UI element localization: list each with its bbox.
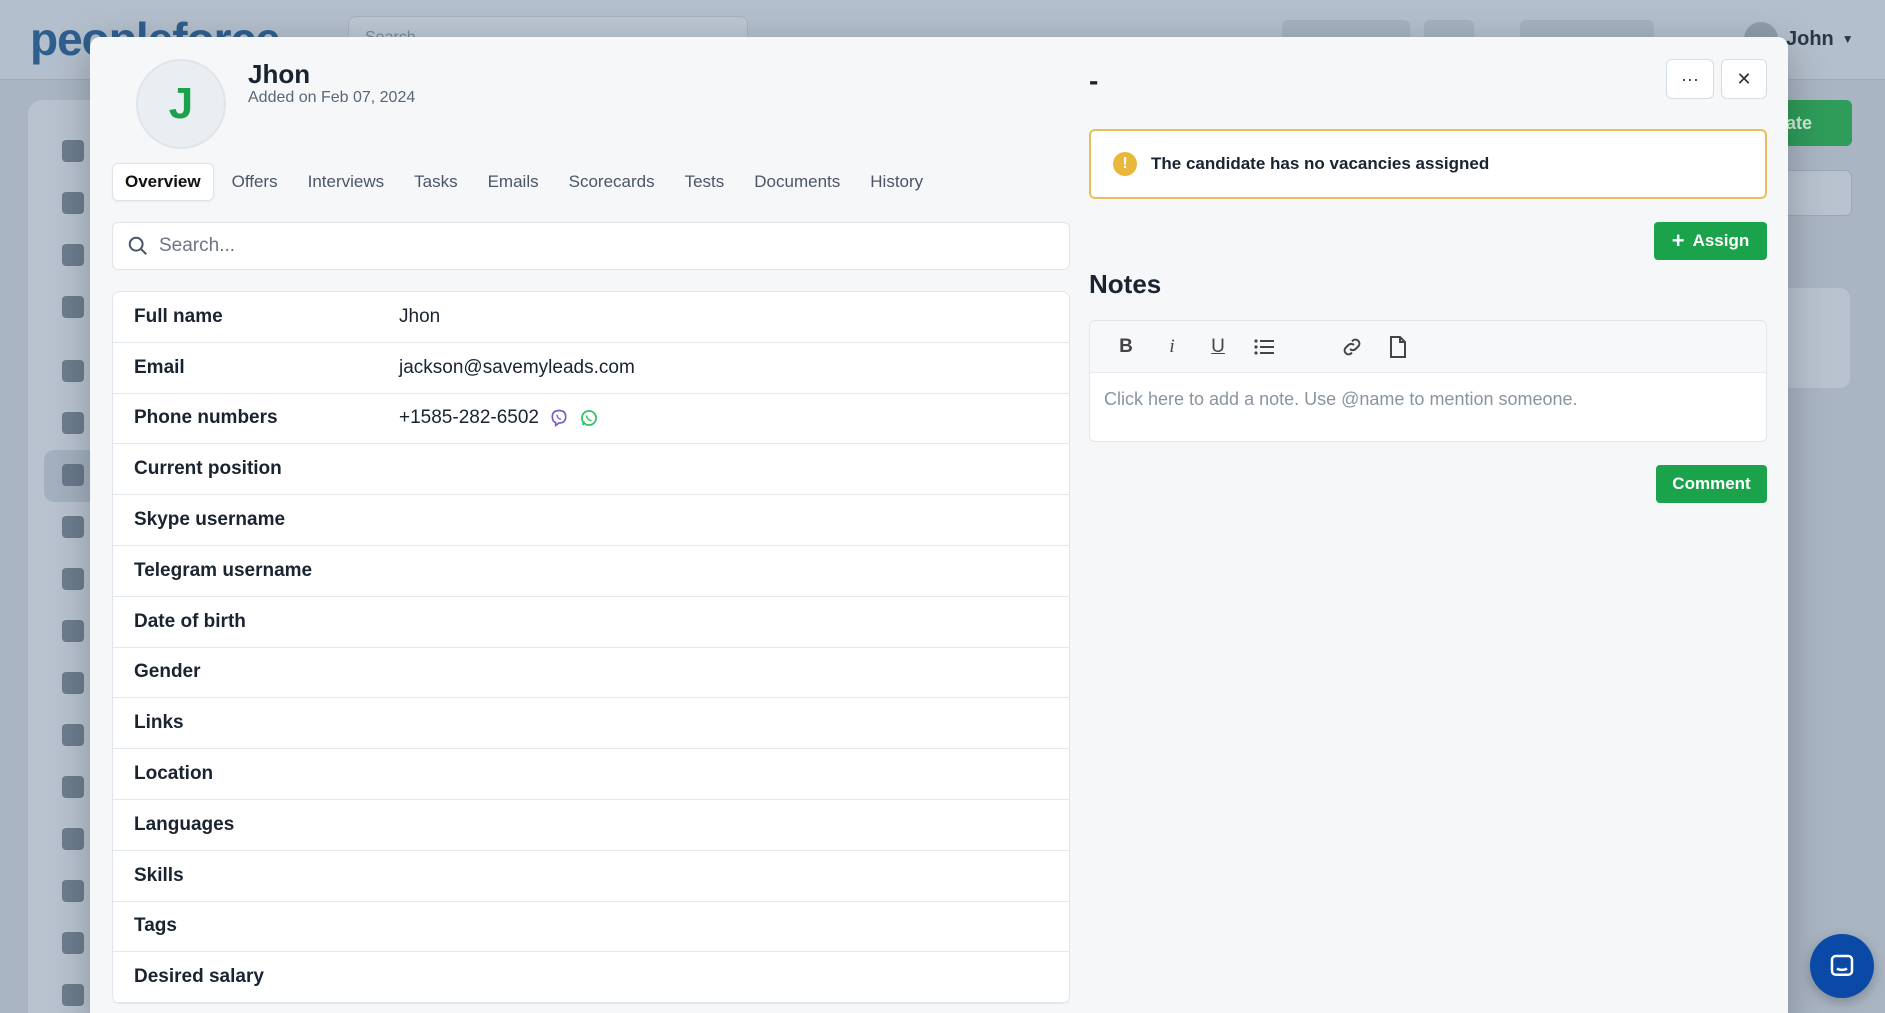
- phone-number: +1585-282-6502: [399, 407, 539, 429]
- viber-icon[interactable]: [549, 408, 569, 428]
- note-editor: B i U Click here to add a note. Use @nam…: [1089, 320, 1767, 442]
- clock-icon: [62, 244, 84, 266]
- field-row-email: Email jackson@savemyleads.com: [113, 343, 1069, 394]
- field-row-telegram: Telegram username: [113, 546, 1069, 597]
- candidate-fields: Full name Jhon Email jackson@savemyleads…: [112, 291, 1070, 1005]
- tab-tests[interactable]: Tests: [673, 164, 737, 200]
- people-icon: [62, 464, 84, 486]
- apps-icon: [62, 776, 84, 798]
- whatsapp-icon[interactable]: [579, 408, 599, 428]
- chat-icon: [62, 880, 84, 902]
- comment-button[interactable]: Comment: [1656, 465, 1767, 503]
- id-card-icon: [62, 360, 84, 382]
- editor-toolbar: B i U: [1090, 321, 1766, 373]
- field-label: Gender: [134, 661, 201, 683]
- assign-label: Assign: [1692, 231, 1750, 250]
- email-link[interactable]: jackson@savemyleads.com: [399, 357, 635, 379]
- field-row-date-of-birth: Date of birth: [113, 597, 1069, 648]
- field-label: Email: [134, 356, 185, 378]
- field-label: Date of birth: [134, 610, 246, 632]
- clock-icon: [62, 620, 84, 642]
- field-label: Desired salary: [134, 966, 264, 988]
- bold-icon[interactable]: B: [1112, 333, 1140, 361]
- field-label: Skype username: [134, 509, 286, 531]
- field-value: Jhon: [399, 305, 441, 327]
- calendar-icon: [62, 412, 84, 434]
- document-icon: [62, 724, 84, 746]
- checkbox-icon: [62, 296, 84, 318]
- underline-icon[interactable]: U: [1204, 333, 1232, 361]
- field-row-gender: Gender: [113, 648, 1069, 699]
- tab-scorecards[interactable]: Scorecards: [557, 164, 667, 200]
- heart-icon: [62, 672, 84, 694]
- tab-overview[interactable]: Overview: [112, 163, 214, 201]
- field-row-current-position: Current position: [113, 444, 1069, 496]
- home-icon: [62, 140, 84, 162]
- bullet-list-icon[interactable]: [1250, 333, 1278, 361]
- more-options-button[interactable]: ···: [1666, 59, 1714, 99]
- phone-value-group: +1585-282-6502: [399, 407, 599, 429]
- pie-chart-icon: [62, 984, 84, 1006]
- plus-icon: +: [1671, 228, 1685, 253]
- field-label: Skills: [134, 864, 184, 886]
- close-button[interactable]: ✕: [1721, 59, 1767, 99]
- candidate-added-date: Added on Feb 07, 2024: [248, 89, 416, 106]
- tab-documents[interactable]: Documents: [742, 164, 852, 200]
- candidate-modal: J Jhon Added on Feb 07, 2024 Overview Of…: [90, 37, 1788, 1013]
- avatar: J: [136, 59, 226, 149]
- field-label: Links: [134, 712, 184, 734]
- field-row-desired-salary: Desired salary: [113, 952, 1069, 1004]
- field-label: Telegram username: [134, 559, 313, 581]
- field-label: Full name: [134, 305, 223, 327]
- field-row-skype: Skype username: [113, 495, 1069, 546]
- field-label: Location: [134, 763, 214, 785]
- trophy-icon: [62, 516, 84, 538]
- alert-text: The candidate has no vacancies assigned: [1151, 154, 1490, 173]
- field-row-tags: Tags: [113, 902, 1069, 953]
- tab-emails[interactable]: Emails: [476, 164, 551, 200]
- warning-icon: !: [1113, 152, 1137, 176]
- user-icon: [62, 192, 84, 214]
- library-icon: [62, 828, 84, 850]
- no-vacancy-alert: ! The candidate has no vacancies assigne…: [1089, 129, 1767, 199]
- search-input[interactable]: [159, 235, 1039, 257]
- chevron-down-icon: ▼: [1841, 32, 1854, 46]
- tab-tasks[interactable]: Tasks: [402, 164, 469, 200]
- note-input[interactable]: Click here to add a note. Use @name to m…: [1090, 373, 1766, 426]
- notes-heading: Notes: [1089, 269, 1162, 299]
- link-icon[interactable]: [1338, 333, 1366, 361]
- field-row-languages: Languages: [113, 800, 1069, 851]
- search-box: [112, 222, 1070, 270]
- attachment-icon[interactable]: [1384, 333, 1412, 361]
- tab-offers[interactable]: Offers: [220, 164, 290, 200]
- field-label: Languages: [134, 813, 235, 835]
- chat-widget-button[interactable]: [1810, 934, 1874, 998]
- field-label: Phone numbers: [134, 407, 278, 429]
- tab-bar: Overview Offers Interviews Tasks Emails …: [112, 163, 935, 201]
- assign-button[interactable]: + Assign: [1654, 222, 1767, 260]
- user-name: John: [1786, 27, 1834, 50]
- share-icon: [62, 932, 84, 954]
- field-label: Tags: [134, 915, 177, 937]
- search-icon: [128, 236, 147, 255]
- chat-icon: [1830, 954, 1854, 976]
- clipboard-icon: [62, 568, 84, 590]
- candidate-name: Jhon: [248, 59, 311, 89]
- field-row-location: Location: [113, 749, 1069, 800]
- vacancy-title: -: [1089, 65, 1099, 96]
- field-label: Current position: [134, 458, 282, 480]
- tab-interviews[interactable]: Interviews: [296, 164, 397, 200]
- field-row-phone: Phone numbers +1585-282-6502: [113, 394, 1069, 445]
- italic-icon[interactable]: i: [1158, 333, 1186, 361]
- tab-history[interactable]: History: [858, 164, 935, 200]
- field-row-skills: Skills: [113, 851, 1069, 902]
- field-row-links: Links: [113, 698, 1069, 750]
- field-row-full-name: Full name Jhon: [113, 292, 1069, 343]
